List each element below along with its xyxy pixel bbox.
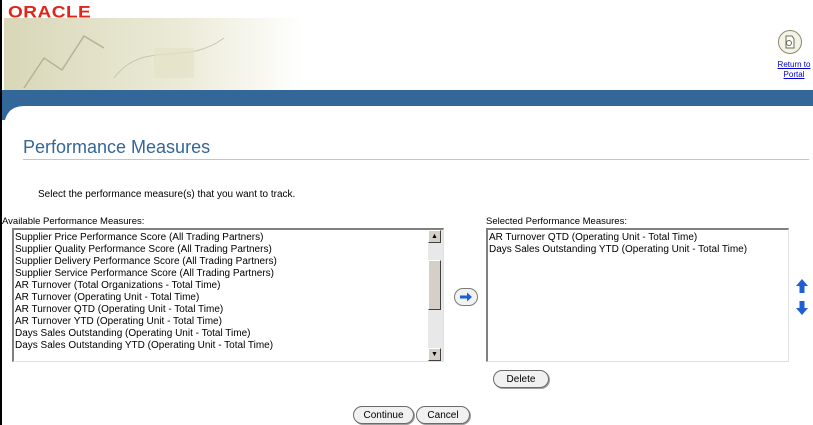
- list-item[interactable]: Supplier Price Performance Score (All Tr…: [14, 232, 277, 244]
- header-decorative-graphic: [4, 18, 304, 92]
- available-measures-label: Available Performance Measures:: [2, 216, 145, 227]
- cancel-button[interactable]: Cancel: [416, 406, 470, 424]
- scroll-up-icon[interactable]: ▲: [428, 230, 441, 243]
- list-item[interactable]: AR Turnover (Operating Unit - Total Time…: [14, 292, 277, 304]
- list-item[interactable]: Days Sales Outstanding (Operating Unit -…: [14, 328, 277, 340]
- list-item[interactable]: Supplier Service Performance Score (All …: [14, 268, 277, 280]
- arrow-down-icon[interactable]: [794, 300, 810, 316]
- page-title: Performance Measures: [23, 137, 211, 157]
- list-item[interactable]: AR Turnover (Total Organizations - Total…: [14, 280, 277, 292]
- instruction-text: Select the performance measure(s) that y…: [38, 189, 296, 200]
- selected-items: AR Turnover QTD (Operating Unit - Total …: [488, 232, 747, 256]
- list-item[interactable]: Supplier Delivery Performance Score (All…: [14, 256, 277, 268]
- available-measures-listbox[interactable]: Supplier Price Performance Score (All Tr…: [12, 228, 444, 362]
- selected-measures-label: Selected Performance Measures:: [486, 216, 627, 227]
- list-item[interactable]: Supplier Quality Performance Score (All …: [14, 244, 277, 256]
- list-item[interactable]: AR Turnover YTD (Operating Unit - Total …: [14, 316, 277, 328]
- arrow-right-icon: [460, 292, 472, 302]
- selected-measures-listbox[interactable]: AR Turnover QTD (Operating Unit - Total …: [486, 228, 789, 362]
- list-item[interactable]: Days Sales Outstanding YTD (Operating Un…: [488, 244, 747, 256]
- available-scrollbar[interactable]: ▲ ▼: [428, 230, 443, 361]
- list-item[interactable]: AR Turnover QTD (Operating Unit - Total …: [14, 304, 277, 316]
- continue-button[interactable]: Continue: [353, 406, 414, 424]
- oracle-logo: ORACLE: [8, 4, 92, 22]
- delete-button[interactable]: Delete: [493, 370, 549, 388]
- header-blue-band: [2, 90, 813, 120]
- title-divider: [23, 159, 809, 160]
- list-item[interactable]: Days Sales Outstanding YTD (Operating Un…: [14, 340, 277, 352]
- return-to-portal-link[interactable]: Return to Portal: [774, 60, 813, 80]
- portal-icon[interactable]: [778, 30, 802, 54]
- scroll-thumb[interactable]: [428, 260, 441, 310]
- scroll-down-icon[interactable]: ▼: [428, 348, 441, 361]
- arrow-up-icon[interactable]: [794, 278, 810, 294]
- move-right-button[interactable]: [454, 288, 478, 306]
- available-items: Supplier Price Performance Score (All Tr…: [14, 232, 277, 352]
- page-header: ORACLE Return to Portal: [2, 0, 813, 92]
- list-item[interactable]: AR Turnover QTD (Operating Unit - Total …: [488, 232, 747, 244]
